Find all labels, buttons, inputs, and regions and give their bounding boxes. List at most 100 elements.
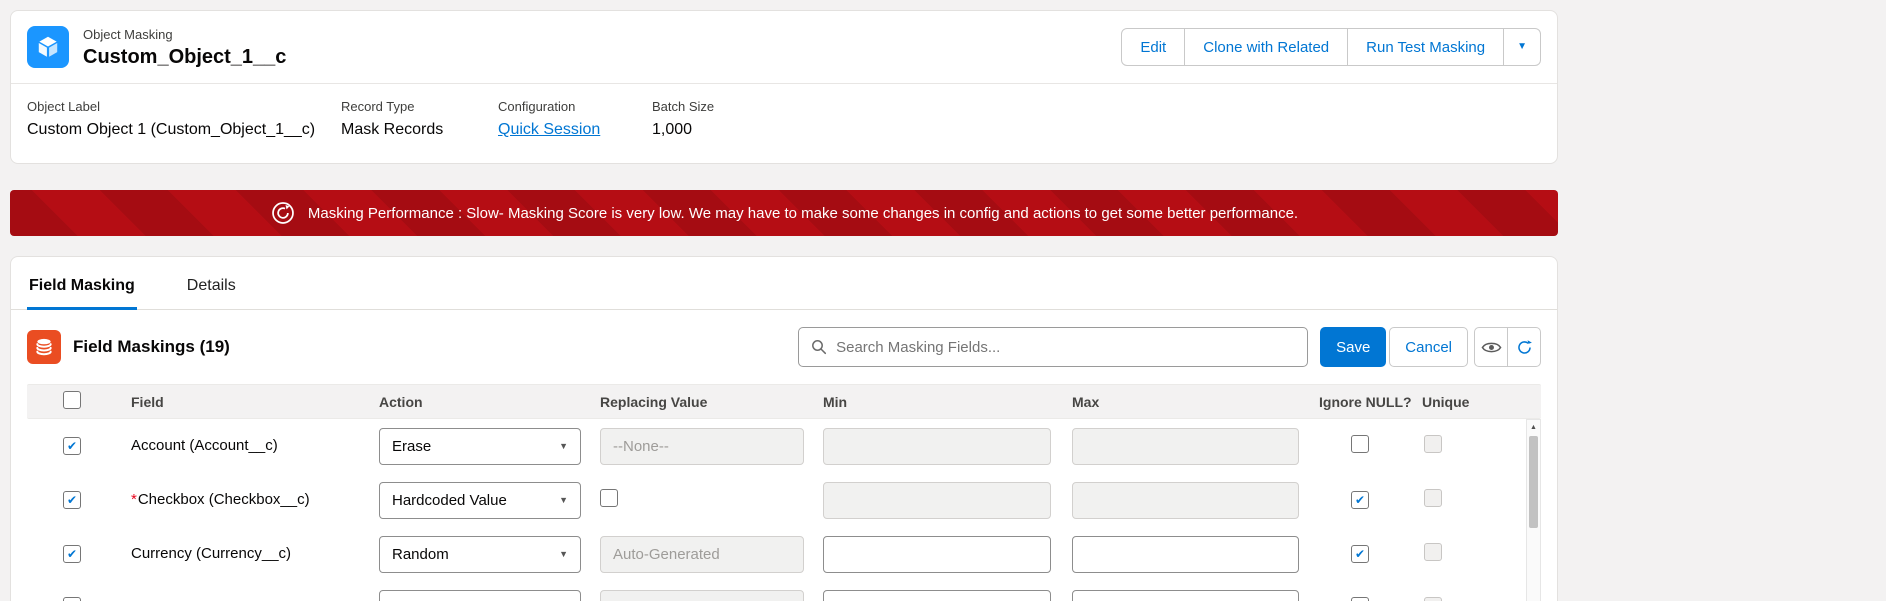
field-label: Record Type xyxy=(341,99,488,114)
tab-bar: Field Masking Details xyxy=(11,257,1557,310)
select-all-checkbox[interactable] xyxy=(63,391,81,409)
performance-alert-icon xyxy=(270,200,296,226)
record-header-card: Object Masking Custom_Object_1__c Edit C… xyxy=(10,10,1558,164)
chevron-down-icon: ▼ xyxy=(559,441,568,451)
column-header-replacing-value: Replacing Value xyxy=(600,394,823,410)
replacing-value-input xyxy=(600,536,804,573)
max-input xyxy=(1072,482,1299,519)
scrollbar-thumb[interactable] xyxy=(1529,436,1538,528)
max-input xyxy=(1072,428,1299,465)
field-name: Currency (Currency__c) xyxy=(131,545,291,562)
column-header-action: Action xyxy=(379,394,600,410)
section-title: Field Maskings (19) xyxy=(73,337,230,357)
max-input[interactable] xyxy=(1072,590,1299,601)
action-select[interactable]: ▼ xyxy=(379,590,581,601)
field-value: 1,000 xyxy=(652,121,714,139)
table-row: ▼ xyxy=(27,581,1541,601)
field-maskings-toolbar: Field Maskings (19) Save Cancel xyxy=(11,310,1557,367)
table-row: *Checkbox (Checkbox__c) Hardcoded Value ▼ xyxy=(27,473,1541,527)
max-input[interactable] xyxy=(1072,536,1299,573)
required-asterisk: * xyxy=(131,491,137,508)
edit-button[interactable]: Edit xyxy=(1121,28,1185,66)
column-header-max: Max xyxy=(1072,394,1319,410)
run-test-masking-button[interactable]: Run Test Masking xyxy=(1347,28,1504,66)
field-name: *Checkbox (Checkbox__c) xyxy=(131,491,310,508)
field-maskings-table: Field Action Replacing Value Min Max Ign… xyxy=(27,384,1541,601)
ignore-null-checkbox[interactable] xyxy=(1351,491,1369,509)
chevron-down-icon: ▼ xyxy=(559,549,568,559)
eye-icon xyxy=(1481,340,1502,355)
min-input xyxy=(823,428,1051,465)
record-actions: Edit Clone with Related Run Test Masking… xyxy=(1121,28,1541,66)
view-actions-group xyxy=(1474,327,1541,367)
chevron-down-icon: ▼ xyxy=(559,495,568,505)
ignore-null-checkbox[interactable] xyxy=(1351,435,1369,453)
row-select-checkbox[interactable] xyxy=(63,437,81,455)
row-select-checkbox[interactable] xyxy=(63,545,81,563)
alert-message: Masking Performance : Slow- Masking Scor… xyxy=(308,205,1298,222)
preview-button[interactable] xyxy=(1474,327,1508,367)
table-scrollbar[interactable]: ▲ xyxy=(1526,419,1541,601)
column-header-unique: Unique xyxy=(1422,394,1541,410)
field-label: Object Label xyxy=(27,99,331,114)
page-title: Custom_Object_1__c xyxy=(83,46,286,68)
object-masking-icon xyxy=(27,26,69,68)
tab-details[interactable]: Details xyxy=(185,257,238,309)
min-input[interactable] xyxy=(823,590,1051,601)
table-body: Account (Account__c)Erase▼*Checkbox (Che… xyxy=(27,419,1541,601)
row-select-checkbox[interactable] xyxy=(63,597,81,601)
cancel-button[interactable]: Cancel xyxy=(1389,327,1468,367)
table-row: Currency (Currency__c) Random ▼ xyxy=(27,527,1541,581)
table-row: Account (Account__c) Erase ▼ xyxy=(27,419,1541,473)
detail-record-type: Record Type Mask Records xyxy=(341,99,498,139)
detail-batch-size: Batch Size 1,000 xyxy=(652,99,724,139)
column-header-ignore-null: Ignore NULL? xyxy=(1319,394,1422,410)
table-header: Field Action Replacing Value Min Max Ign… xyxy=(27,384,1541,419)
record-detail-fields: Object Label Custom Object 1 (Custom_Obj… xyxy=(11,83,1557,163)
ignore-null-checkbox[interactable] xyxy=(1351,597,1369,601)
replacing-value-input xyxy=(600,590,804,601)
detail-configuration: Configuration Quick Session xyxy=(498,99,652,139)
action-select[interactable]: Hardcoded Value ▼ xyxy=(379,482,581,519)
min-input xyxy=(823,482,1051,519)
search-input[interactable] xyxy=(836,339,1295,356)
refresh-button[interactable] xyxy=(1507,327,1541,367)
tab-field-masking[interactable]: Field Masking xyxy=(27,257,137,309)
entity-label: Object Masking xyxy=(83,27,286,42)
field-maskings-icon xyxy=(27,330,61,364)
scroll-up-arrow[interactable]: ▲ xyxy=(1527,420,1540,435)
column-header-min: Min xyxy=(823,394,1072,410)
page-content: Object Masking Custom_Object_1__c Edit C… xyxy=(10,10,1558,601)
save-button[interactable]: Save xyxy=(1320,327,1386,367)
row-select-checkbox[interactable] xyxy=(63,491,81,509)
alert-banner: Masking Performance : Slow- Masking Scor… xyxy=(10,190,1558,236)
replacing-value-checkbox[interactable] xyxy=(600,489,618,507)
configuration-link[interactable]: Quick Session xyxy=(498,121,642,139)
detail-object-label: Object Label Custom Object 1 (Custom_Obj… xyxy=(27,99,341,139)
field-value: Mask Records xyxy=(341,121,488,139)
action-value: Erase xyxy=(392,438,431,455)
action-value: Hardcoded Value xyxy=(392,492,507,509)
action-value: Random xyxy=(392,546,449,563)
refresh-icon xyxy=(1516,339,1533,356)
action-select[interactable]: Erase ▼ xyxy=(379,428,581,465)
chevron-down-icon: ▼ xyxy=(1517,42,1527,52)
search-box xyxy=(798,327,1308,367)
clone-with-related-button[interactable]: Clone with Related xyxy=(1184,28,1348,66)
min-input[interactable] xyxy=(823,536,1051,573)
action-select[interactable]: Random ▼ xyxy=(379,536,581,573)
unique-checkbox xyxy=(1424,489,1442,507)
column-header-field: Field xyxy=(103,394,379,410)
search-icon xyxy=(811,339,827,355)
field-name: Account (Account__c) xyxy=(131,437,278,454)
ignore-null-checkbox[interactable] xyxy=(1351,545,1369,563)
record-title-block: Object Masking Custom_Object_1__c xyxy=(83,27,286,68)
more-actions-button[interactable]: ▼ xyxy=(1503,28,1541,66)
field-masking-card: Field Masking Details Field Maskings (19… xyxy=(10,256,1558,601)
unique-checkbox xyxy=(1424,543,1442,561)
field-value: Custom Object 1 (Custom_Object_1__c) xyxy=(27,121,331,139)
unique-checkbox xyxy=(1424,597,1442,601)
field-label: Configuration xyxy=(498,99,642,114)
record-header: Object Masking Custom_Object_1__c Edit C… xyxy=(11,11,1557,83)
unique-checkbox xyxy=(1424,435,1442,453)
